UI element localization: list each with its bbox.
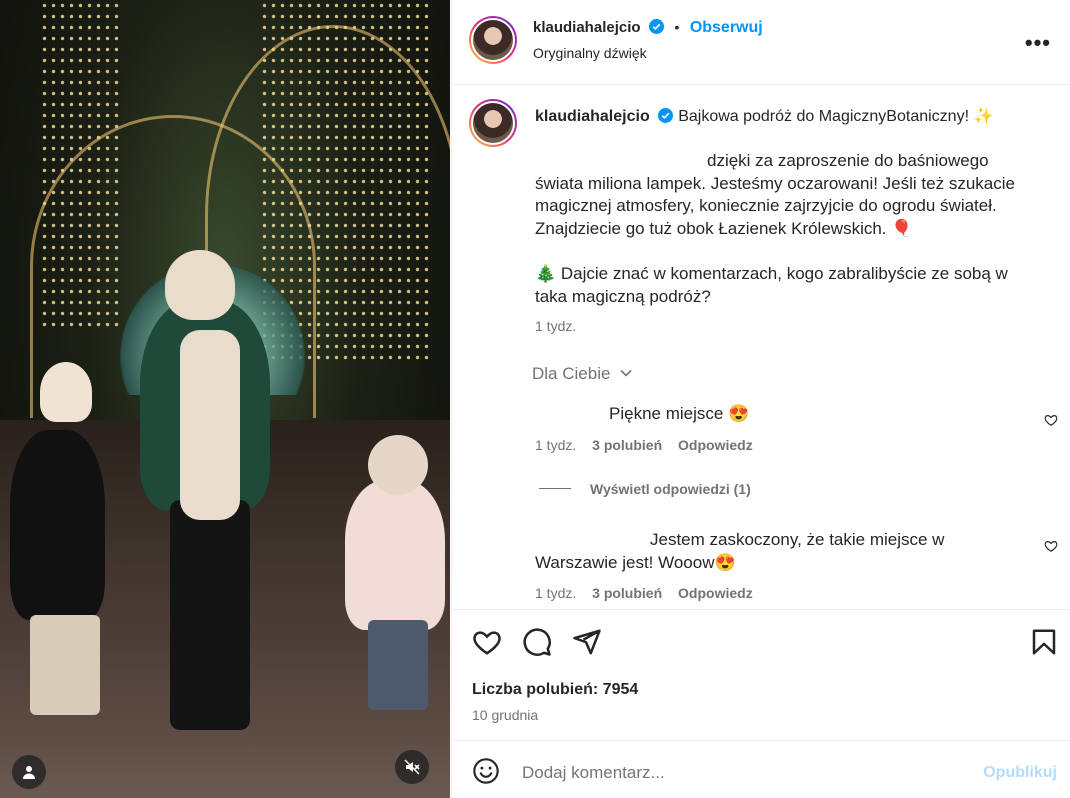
replies-divider — [539, 488, 571, 489]
comment-like-icon[interactable] — [1044, 539, 1058, 553]
comment-line: Warszawie jest! Wooow😍 — [535, 552, 736, 572]
audio-link[interactable]: Oryginalny dźwięk — [533, 45, 647, 61]
verified-badge-icon — [658, 108, 674, 123]
comment-icon[interactable] — [522, 627, 552, 657]
caption-time: 1 tydz. — [535, 318, 577, 334]
share-icon[interactable] — [572, 627, 602, 657]
toddler-figure — [345, 480, 445, 630]
sort-dropdown[interactable]: Dla Ciebie — [532, 364, 633, 384]
comment-input[interactable] — [522, 763, 922, 783]
comment-likes[interactable]: 3 polubień — [592, 585, 662, 601]
caption-title-row: klaudiahalejcio Bajkowa podróż do Magicz… — [535, 105, 1025, 129]
user-tag-icon — [23, 766, 35, 779]
comment-meta-row: 1 tydz. 3 polubień Odpowiedz — [535, 437, 753, 453]
bookmark-icon[interactable] — [1029, 627, 1059, 657]
caption-avatar[interactable] — [469, 99, 517, 147]
add-comment-bar: Opublikuj — [452, 741, 1070, 798]
caption-footer: 🎄 Dajcie znać w komentarzach, kogo zabra… — [535, 263, 1025, 308]
likes-count[interactable]: Liczba polubień: 7954 — [472, 681, 638, 699]
caption-line: magicznej atmosfery, koniecznie zajrzyjc… — [535, 196, 997, 215]
post-actions: Liczba polubień: 7954 10 grudnia — [452, 610, 1070, 741]
post-media-video[interactable] — [0, 0, 450, 798]
post-date: 10 grudnia — [472, 707, 539, 723]
mute-button[interactable] — [395, 750, 429, 784]
header-user-row: klaudiahalejcio • Obserwuj — [533, 19, 763, 37]
caption-line: dzięki za zaproszenie do baśniowego — [707, 151, 989, 170]
toddler-hat — [368, 435, 428, 495]
comment-time: 1 tydz. — [535, 585, 577, 601]
comment-line: Jestem zaskoczony, że takie miejsce w — [650, 530, 945, 549]
follow-button[interactable]: Obserwuj — [690, 19, 763, 36]
caption-body: dzięki za zaproszenie do baśniowego świa… — [535, 150, 1025, 240]
comment-text: Jestem zaskoczony, że takie miejsce w Wa… — [535, 529, 1015, 574]
avatar[interactable] — [469, 16, 517, 64]
chevron-down-icon — [620, 369, 632, 377]
comment-time: 1 tydz. — [535, 437, 577, 453]
woman-legs — [170, 500, 250, 730]
caption-title: Bajkowa podróż do MagicznyBotaniczny! ✨ — [678, 108, 994, 125]
comment-likes[interactable]: 3 polubień — [592, 437, 662, 453]
user-tag-button[interactable] — [12, 755, 46, 789]
publish-button[interactable]: Opublikuj — [983, 764, 1057, 782]
reply-button[interactable]: Odpowiedz — [678, 437, 753, 453]
caption-line: taka magiczną podróż? — [535, 286, 711, 306]
caption-username[interactable]: klaudiahalejcio — [535, 108, 650, 125]
caption-line: 🎄 Dajcie znać w komentarzach, kogo zabra… — [535, 264, 1008, 283]
emoji-icon[interactable] — [472, 757, 500, 785]
girl-pants — [30, 615, 100, 715]
username-link[interactable]: klaudiahalejcio — [533, 19, 641, 36]
verified-badge-icon — [649, 19, 664, 34]
scarf — [180, 330, 240, 520]
caption-line: świata miliona lampek. Jesteśmy oczarowa… — [535, 173, 1015, 193]
caption-line: Znajdziecie go tuż obok Łazienek Królews… — [535, 218, 913, 238]
girl-hat — [40, 362, 92, 422]
reply-button[interactable]: Odpowiedz — [678, 585, 753, 601]
post-details-panel: klaudiahalejcio • Obserwuj Oryginalny dź… — [451, 0, 1070, 798]
comment-text: Piękne miejsce 😍 — [609, 404, 750, 423]
woman-hat — [165, 250, 235, 320]
comment-like-icon[interactable] — [1044, 413, 1058, 427]
separator-dot: • — [674, 19, 680, 35]
girl-figure — [10, 430, 105, 620]
toddler-jeans — [368, 620, 428, 710]
mute-icon — [404, 759, 420, 775]
more-options-icon[interactable]: ••• — [1025, 30, 1051, 56]
heart-icon[interactable] — [472, 627, 502, 657]
sort-label: Dla Ciebie — [532, 364, 611, 383]
comment-meta-row: 1 tydz. 3 polubień Odpowiedz — [535, 585, 753, 601]
view-replies-button[interactable]: Wyświetl odpowiedzi (1) — [590, 481, 751, 497]
post-header: klaudiahalejcio • Obserwuj Oryginalny dź… — [452, 0, 1070, 85]
comments-scroll-area[interactable]: klaudiahalejcio Bajkowa podróż do Magicz… — [452, 85, 1070, 610]
